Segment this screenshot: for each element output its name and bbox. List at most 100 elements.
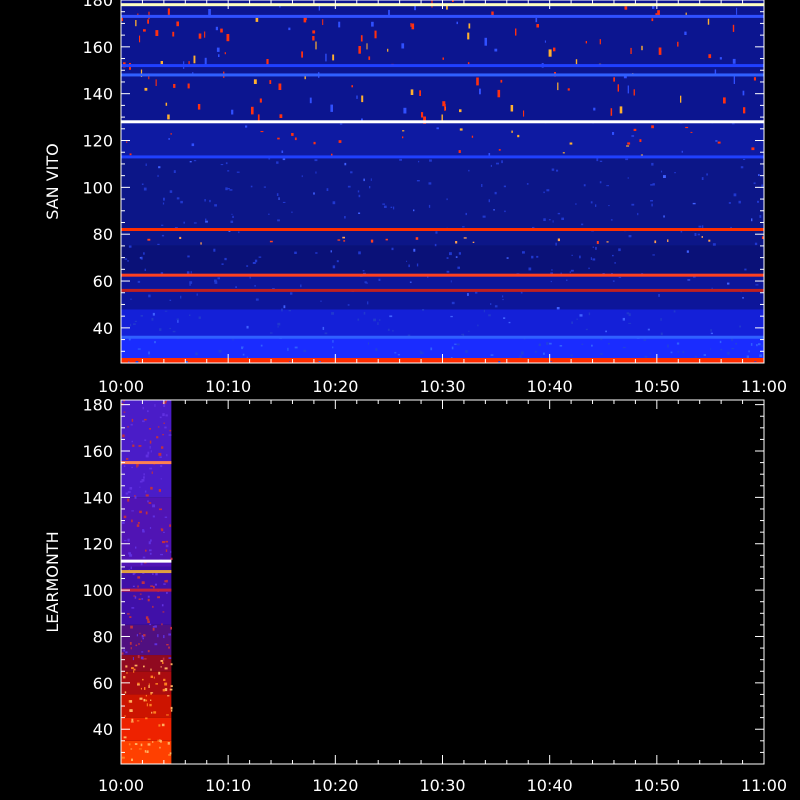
intensity-speckle — [282, 201, 286, 203]
intensity-speckle — [125, 665, 128, 668]
intensity-speckle — [253, 79, 257, 84]
intensity-speckle — [569, 271, 571, 274]
intensity-speckle — [738, 200, 741, 204]
intensity-speckle — [465, 212, 467, 216]
intensity-speckle — [127, 613, 130, 615]
intensity-speckle — [528, 267, 532, 271]
intensity-speckle — [163, 678, 166, 681]
intensity-speckle — [153, 676, 155, 679]
intensity-speckle — [180, 200, 183, 204]
intensity-speckle — [727, 351, 730, 355]
intensity-speckle — [148, 685, 150, 688]
intensity-speckle — [153, 585, 155, 589]
intensity-speckle — [600, 338, 603, 341]
x-tick-label: 10:40 — [527, 377, 573, 396]
intensity-speckle — [149, 440, 152, 444]
intensity-speckle — [162, 434, 164, 436]
intensity-speckle — [468, 330, 470, 332]
intensity-speckle — [170, 133, 172, 135]
intensity-speckle — [160, 528, 162, 530]
intensity-speckle — [122, 434, 125, 438]
intensity-speckle — [166, 592, 168, 594]
intensity-speckle — [415, 237, 419, 240]
intensity-speckle — [160, 553, 163, 556]
intensity-speckle — [139, 480, 143, 483]
intensity-speckle — [155, 79, 157, 86]
intensity-speckle — [133, 595, 136, 597]
intensity-speckle — [628, 322, 632, 324]
intensity-speckle — [167, 695, 170, 697]
intensity-speckle — [596, 241, 599, 244]
intensity-speckle — [132, 657, 134, 661]
intensity-speckle — [710, 329, 712, 332]
intensity-speckle — [152, 741, 154, 743]
intensity-speckle — [227, 188, 230, 190]
intensity-speckle — [735, 342, 737, 345]
intensity-speckle — [677, 350, 679, 353]
intensity-speckle — [157, 739, 159, 742]
intensity-speckle — [193, 222, 197, 224]
intensity-speckle — [142, 638, 144, 640]
intensity-speckle — [166, 579, 168, 583]
intensity-speckle — [162, 661, 164, 664]
intensity-speckle — [122, 521, 125, 524]
intensity-speckle — [140, 562, 143, 566]
intensity-speckle — [170, 626, 172, 630]
intensity-speckle — [277, 326, 279, 328]
intensity-speckle — [710, 348, 712, 350]
intensity-speckle — [301, 175, 303, 178]
intensity-speckle — [338, 140, 342, 143]
intensity-speckle — [252, 262, 256, 264]
intensity-speckle — [455, 241, 458, 244]
intensity-speckle — [190, 271, 192, 274]
intensity-speckle — [508, 321, 511, 324]
intensity-speckle — [156, 436, 159, 439]
intensity-speckle — [553, 47, 556, 52]
intensity-speckle — [143, 252, 145, 255]
intensity-speckle — [137, 682, 140, 685]
intensity-speckle — [204, 199, 206, 202]
intensity-speckle — [180, 295, 182, 299]
intensity-speckle — [125, 492, 129, 495]
intensity-speckle — [148, 355, 151, 358]
intensity-speckle — [300, 284, 302, 288]
intensity-speckle — [391, 247, 394, 251]
intensity-speckle — [149, 467, 153, 470]
intensity-speckle — [158, 724, 161, 727]
intensity-speckle — [134, 596, 137, 599]
intensity-speckle — [682, 351, 685, 353]
intensity-speckle — [191, 143, 195, 147]
intensity-speckle — [159, 746, 161, 749]
intensity-speckle — [177, 320, 179, 323]
y-tick-label: 180 — [82, 0, 113, 10]
emission-line — [121, 559, 172, 563]
intensity-speckle — [160, 739, 162, 743]
intensity-speckle — [172, 31, 175, 37]
intensity-speckle — [522, 251, 525, 254]
intensity-speckle — [422, 309, 425, 311]
intensity-speckle — [161, 623, 163, 626]
intensity-speckle — [660, 318, 662, 321]
intensity-speckle — [149, 552, 152, 555]
intensity-speckle — [161, 224, 164, 226]
intensity-speckle — [667, 344, 669, 348]
intensity-speckle — [130, 323, 132, 327]
intensity-speckle — [330, 104, 333, 112]
intensity-speckle — [546, 189, 550, 192]
intensity-speckle — [143, 698, 146, 702]
intensity-speckle — [471, 135, 474, 138]
intensity-speckle — [498, 149, 501, 151]
intensity-speckle — [139, 632, 141, 635]
intensity-speckle — [677, 41, 679, 47]
intensity-speckle — [649, 352, 651, 354]
intensity-speckle — [139, 35, 141, 43]
intensity-speckle — [332, 201, 336, 205]
intensity-speckle — [232, 215, 234, 218]
intensity-speckle — [226, 34, 230, 42]
intensity-speckle — [167, 742, 170, 745]
intensity-speckle — [127, 426, 129, 428]
intensity-speckle — [130, 625, 133, 629]
intensity-speckle — [152, 626, 155, 628]
intensity-speckle — [148, 351, 150, 355]
intensity-speckle — [143, 476, 145, 479]
